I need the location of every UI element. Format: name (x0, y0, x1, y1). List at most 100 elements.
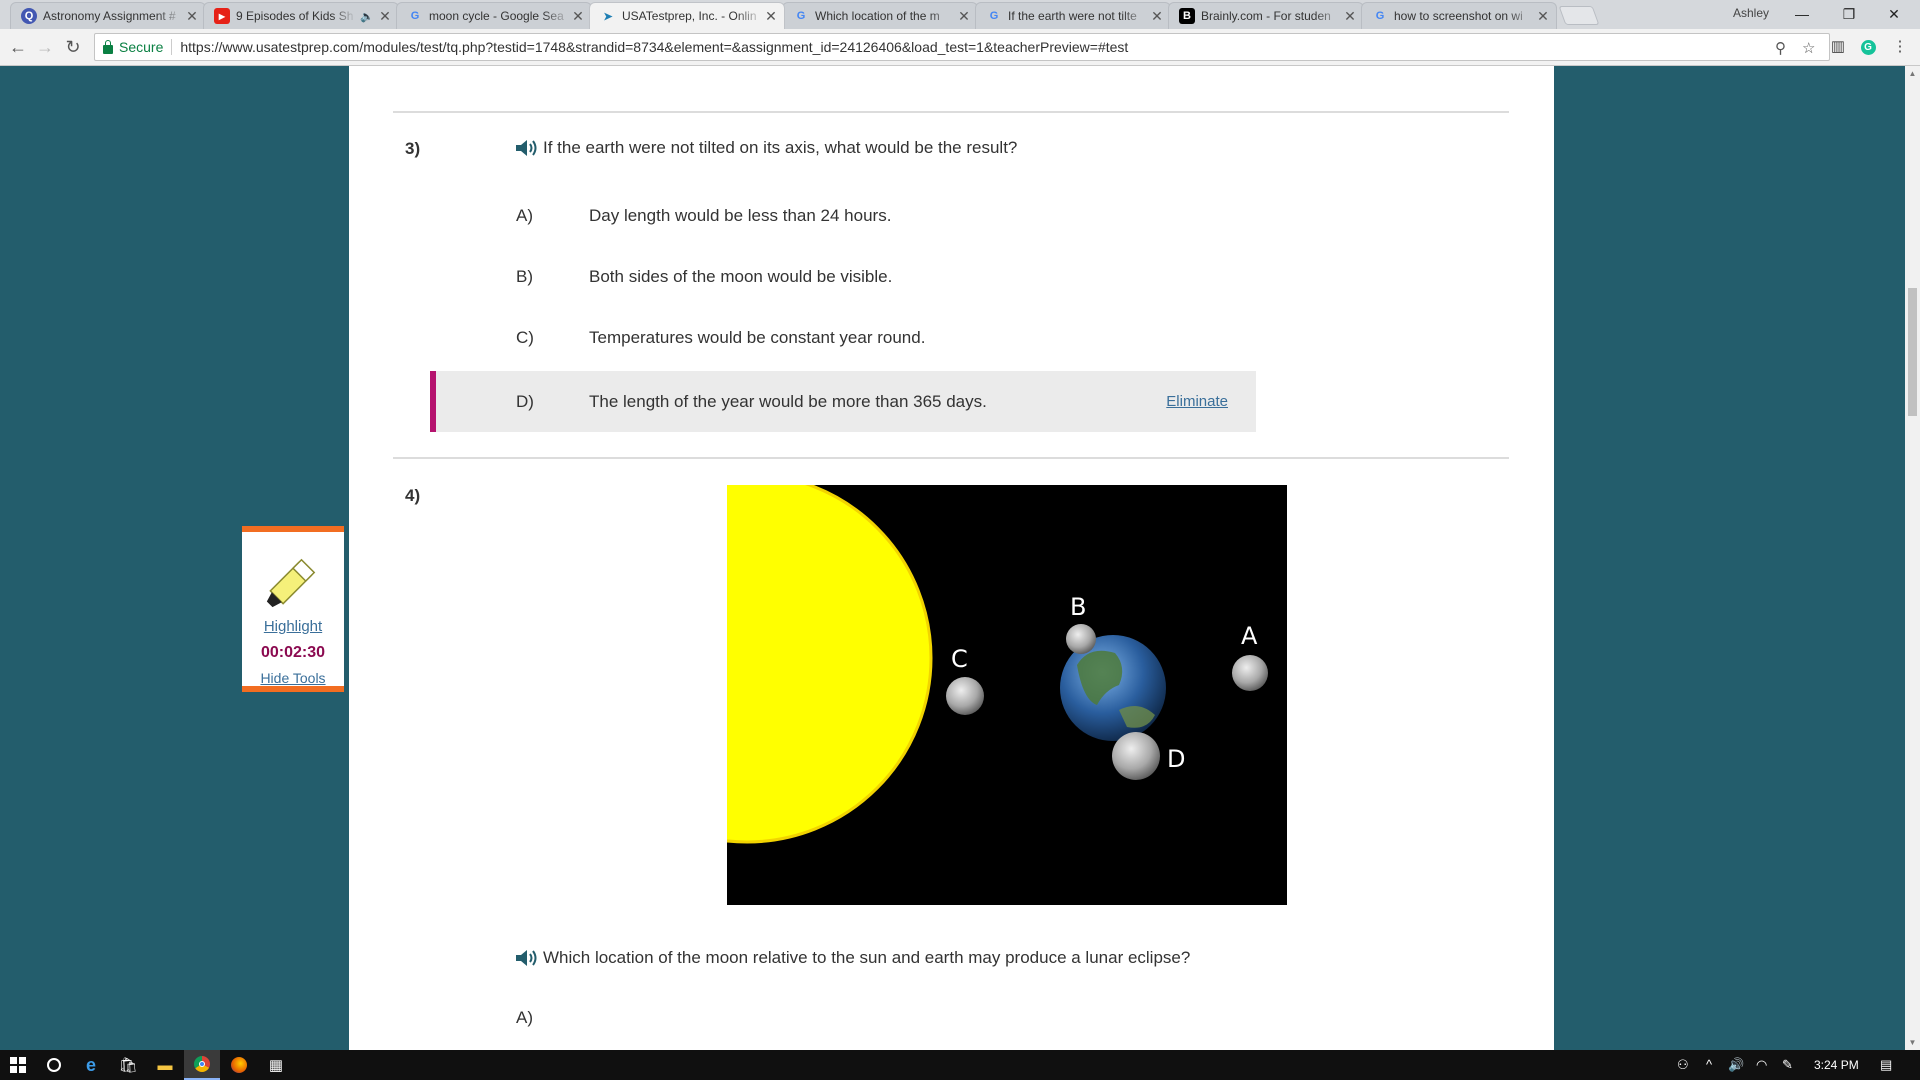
reload-icon[interactable]: ↻ (61, 35, 85, 59)
url-text[interactable]: https://www.usatestprep.com/modules/test… (180, 39, 1128, 55)
zoom-icon[interactable]: ⚲ (1775, 39, 1786, 57)
browser-tab[interactable]: G moon cycle - Google Sea ✕ (396, 2, 592, 29)
eliminate-link[interactable]: Eliminate (1166, 393, 1228, 410)
browser-tab[interactable]: Q Astronomy Assignment # ✕ (10, 2, 206, 29)
secure-indicator[interactable]: Secure (103, 39, 163, 55)
hide-tools-link[interactable]: Hide Tools (242, 670, 344, 686)
question-text: If the earth were not tilted on its axis… (515, 138, 1017, 158)
answer-option-a[interactable]: A) Day length would be less than 24 hour… (430, 192, 1256, 240)
tab-title: how to screenshot on wi (1394, 9, 1523, 23)
audio-icon[interactable]: 🔈 (360, 10, 374, 23)
minimize-icon[interactable]: — (1780, 2, 1824, 26)
test-timer: 00:02:30 (260, 644, 326, 661)
close-icon[interactable]: ✕ (378, 8, 392, 25)
question-text-label: Which location of the moon relative to t… (543, 948, 1191, 967)
quizlet-icon: Q (21, 8, 37, 24)
answer-option-d[interactable]: D) The length of the year would be more … (430, 371, 1256, 432)
browser-tab[interactable]: ▶ 9 Episodes of Kids Sh 🔈 ✕ (203, 2, 399, 29)
pen-icon[interactable]: ✎ (1782, 1057, 1793, 1073)
label-d: D (1167, 745, 1185, 773)
option-letter: C) (516, 328, 534, 347)
tab-title: Which location of the m (815, 9, 940, 23)
option-letter: A) (516, 1008, 533, 1027)
divider (393, 457, 1509, 459)
cortana-icon[interactable] (36, 1050, 72, 1080)
tab-title: 9 Episodes of Kids Sh (236, 9, 354, 23)
wifi-icon[interactable]: ◠ (1756, 1057, 1767, 1073)
start-icon[interactable] (0, 1050, 36, 1080)
file-explorer-icon[interactable]: ▬ (147, 1050, 183, 1080)
moon-a (1232, 655, 1268, 691)
question-text-label: If the earth were not tilted on its axis… (543, 138, 1018, 157)
taskbar-clock[interactable]: 3:24 PM (1814, 1058, 1859, 1072)
page-scrollbar[interactable]: ▲ ▼ (1905, 66, 1920, 1050)
close-icon[interactable]: ✕ (957, 8, 971, 25)
people-icon[interactable]: ⚇ (1677, 1057, 1689, 1073)
bookmark-star-icon[interactable]: ☆ (1802, 39, 1815, 57)
close-window-icon[interactable]: ✕ (1872, 2, 1916, 26)
divider (171, 39, 173, 55)
answer-option-a[interactable]: A) (430, 994, 1256, 1042)
edge-icon[interactable]: e (73, 1050, 109, 1080)
question-number: 3) (405, 139, 421, 158)
option-text: Temperatures would be constant year roun… (589, 328, 926, 347)
store-icon[interactable]: 🛍 (110, 1050, 146, 1080)
grammarly-icon[interactable]: G (1858, 37, 1878, 57)
tab-title: Brainly.com - For studen (1201, 9, 1331, 23)
reader-extension-icon[interactable]: ▥ (1828, 37, 1848, 57)
tray-chevron-icon[interactable]: ^ (1706, 1057, 1712, 1072)
option-letter: D) (516, 391, 534, 411)
volume-icon[interactable]: 🔊 (1728, 1057, 1744, 1073)
tools-panel: Highlight 00:02:30 Hide Tools (242, 526, 344, 692)
google-icon: G (410, 10, 420, 22)
close-icon[interactable]: ✕ (571, 8, 585, 25)
browser-tab-active[interactable]: ➤ USATestprep, Inc. - Onlin ✕ (589, 2, 785, 29)
google-icon: G (1375, 10, 1385, 22)
action-center-icon[interactable]: ▤ (1880, 1057, 1892, 1073)
browser-tab[interactable]: G how to screenshot on wi ✕ (1361, 2, 1557, 29)
option-text: Day length would be less than 24 hours. (589, 206, 892, 225)
option-text: The length of the year would be more tha… (589, 391, 987, 411)
chrome-icon[interactable] (184, 1050, 220, 1080)
close-icon[interactable]: ✕ (1536, 8, 1550, 25)
browser-tab[interactable]: G If the earth were not tilte ✕ (975, 2, 1171, 29)
scroll-down-icon[interactable]: ▼ (1905, 1035, 1920, 1050)
moon-d (1112, 732, 1160, 780)
label-b: B (1070, 593, 1086, 621)
label-a: A (1241, 622, 1258, 650)
speaker-icon[interactable] (515, 139, 539, 157)
close-icon[interactable]: ✕ (185, 8, 199, 25)
answer-option-b[interactable]: B) Both sides of the moon would be visib… (430, 253, 1256, 301)
answer-option-c[interactable]: C) Temperatures would be constant year r… (430, 314, 1256, 362)
speaker-icon[interactable] (515, 949, 539, 967)
firefox-icon[interactable] (221, 1050, 257, 1080)
page-viewport: 3) If the earth were not tilted on its a… (0, 66, 1905, 1050)
tab-title: Astronomy Assignment # (43, 9, 176, 23)
tab-title: USATestprep, Inc. - Onlin (622, 9, 757, 23)
restore-icon[interactable]: ❐ (1827, 2, 1871, 26)
browser-tab[interactable]: B Brainly.com - For studen ✕ (1168, 2, 1364, 29)
divider (393, 111, 1509, 113)
address-bar[interactable]: Secure https://www.usatestprep.com/modul… (94, 33, 1830, 61)
highlighter-icon[interactable] (258, 546, 328, 616)
close-icon[interactable]: ✕ (1150, 8, 1164, 25)
close-icon[interactable]: ✕ (764, 8, 778, 25)
menu-icon[interactable]: ⋮ (1890, 37, 1910, 57)
calculator-icon[interactable]: ▦ (258, 1050, 294, 1080)
secure-label: Secure (119, 39, 164, 55)
google-icon: G (989, 10, 999, 22)
back-icon[interactable]: ← (6, 35, 30, 59)
highlight-link[interactable]: Highlight (242, 618, 344, 635)
forward-icon[interactable]: → (33, 35, 57, 59)
new-tab-button[interactable] (1558, 6, 1600, 25)
option-letter: A) (516, 206, 533, 225)
scrollbar-thumb[interactable] (1908, 288, 1917, 416)
google-icon: G (796, 10, 806, 22)
browser-tab[interactable]: G Which location of the m ✕ (782, 2, 978, 29)
option-letter: B) (516, 267, 533, 286)
close-icon[interactable]: ✕ (1343, 8, 1357, 25)
scroll-up-icon[interactable]: ▲ (1905, 66, 1920, 81)
profile-name[interactable]: Ashley (1733, 6, 1769, 20)
tab-strip: Q Astronomy Assignment # ✕ ▶ 9 Episodes … (0, 0, 1920, 29)
question-text: Which location of the moon relative to t… (515, 948, 1190, 968)
